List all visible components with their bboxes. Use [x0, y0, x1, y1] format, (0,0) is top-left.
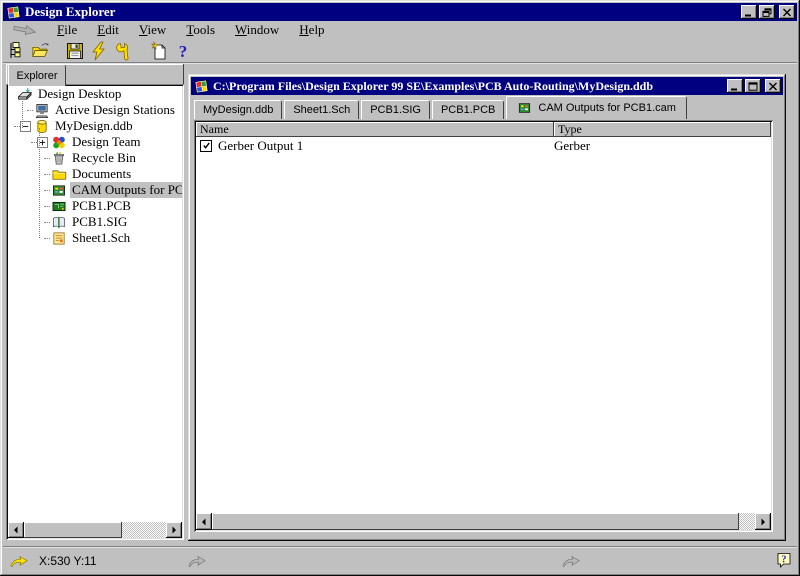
menu-item[interactable]: View	[129, 22, 176, 38]
tree-horizontal-scrollbar[interactable]	[8, 522, 182, 538]
document-tab[interactable]: MyDesign.ddb	[194, 100, 282, 119]
scroll-thumb[interactable]	[212, 513, 739, 530]
tree-item-design-team[interactable]: Design Team	[8, 134, 182, 150]
tree-item-active-design-stations[interactable]: Active Design Stations	[8, 102, 182, 118]
app-title: Design Explorer	[25, 4, 739, 20]
database-icon	[33, 118, 50, 134]
tab-explorer[interactable]: Explorer	[8, 64, 66, 86]
tree-view: Design DesktopActive Design StationsMyDe…	[6, 84, 184, 540]
column-header-name[interactable]: Name	[196, 122, 554, 137]
design-explorer-window: Design Explorer File Edit View Tools Win…	[0, 0, 800, 576]
tree-item-mydesign-ddb[interactable]: MyDesign.ddb	[8, 118, 182, 134]
document-tab[interactable]: PCB1.SIG	[361, 100, 430, 119]
document-tab[interactable]: Sheet1.Sch	[284, 100, 359, 119]
scroll-track[interactable]	[739, 513, 755, 530]
sig-icon	[50, 214, 67, 230]
scroll-left-button[interactable]	[196, 513, 212, 530]
workstation-icon	[33, 102, 50, 118]
menu-item[interactable]: File	[47, 22, 87, 38]
toolbar-buttons: ?	[5, 40, 195, 62]
schematic-icon	[50, 230, 67, 246]
column-header-type[interactable]: Type	[554, 122, 771, 137]
document-window: C:\Program Files\Design Explorer 99 SE\E…	[188, 74, 786, 541]
menu-items: File Edit View Tools Window Help	[47, 21, 335, 39]
scroll-thumb[interactable]	[24, 522, 122, 538]
swoosh-gray-icon	[561, 554, 583, 568]
document-tab[interactable]: CAM Outputs for PCB1.cam	[506, 96, 687, 119]
row-type: Gerber	[550, 138, 771, 154]
list-horizontal-scrollbar[interactable]	[196, 513, 771, 530]
tree-item-documents[interactable]: Documents	[8, 166, 182, 182]
restore-button[interactable]	[759, 5, 775, 19]
document-titlebar[interactable]: C:\Program Files\Design Explorer 99 SE\E…	[191, 77, 783, 95]
new-document-icon[interactable]	[147, 40, 171, 62]
tree-item-cam-outputs-for-pc[interactable]: CAM Outputs for PC	[8, 182, 182, 198]
document-minimize-button[interactable]	[727, 79, 743, 93]
cam-icon	[50, 182, 67, 198]
row-name: Gerber Output 1	[218, 138, 303, 154]
explorer-tree: Design DesktopActive Design StationsMyDe…	[8, 86, 182, 522]
document-title: C:\Program Files\Design Explorer 99 SE\E…	[213, 79, 725, 94]
scroll-track[interactable]	[122, 522, 166, 538]
cam-icon	[517, 101, 533, 116]
row-checkbox[interactable]	[200, 140, 212, 152]
minimize-button[interactable]	[741, 5, 757, 19]
tree-item-pcb1-sig[interactable]: PCB1.SIG	[8, 214, 182, 230]
menu-item[interactable]: Tools	[176, 22, 225, 38]
team-icon	[50, 134, 67, 150]
scroll-left-button[interactable]	[8, 522, 24, 538]
table-header: Name Type	[196, 122, 771, 137]
scroll-right-button[interactable]	[166, 522, 182, 538]
document-close-button[interactable]	[765, 79, 781, 93]
cam-outputs-list: Name Type Gerber Output 1 Gerber	[194, 120, 773, 532]
tree-item-recycle-bin[interactable]: Recycle Bin	[8, 150, 182, 166]
close-button[interactable]	[779, 5, 795, 19]
cursor-position: X:530 Y:11	[39, 554, 97, 568]
status-bar: X:530 Y:11 ?	[3, 546, 797, 573]
scroll-right-button[interactable]	[755, 513, 771, 530]
tree-item-design-desktop[interactable]: Design Desktop	[8, 86, 182, 102]
tree-item-sheet1-sch[interactable]: Sheet1.Sch	[8, 230, 182, 246]
help-icon[interactable]: ?	[171, 40, 195, 62]
swoosh-yellow-icon	[9, 554, 31, 568]
document-tab[interactable]: PCB1.PCB	[432, 100, 504, 119]
table-row[interactable]: Gerber Output 1 Gerber	[196, 137, 771, 154]
app-icon	[193, 78, 209, 94]
menu-item[interactable]: Help	[289, 22, 334, 38]
svg-text:?: ?	[179, 42, 188, 61]
explorer-panel: Explorer Design DesktopActive Design Sta…	[6, 64, 184, 540]
swoosh-gray-icon	[187, 554, 209, 568]
recycle-icon	[50, 150, 67, 166]
document-tabs: MyDesign.ddb Sheet1.Sch PCB1.SIG PCB1.PC…	[194, 97, 780, 119]
pcb-icon	[50, 198, 67, 214]
app-titlebar[interactable]: Design Explorer	[3, 3, 797, 21]
tree-item-pcb1-pcb[interactable]: PCB1.PCB	[8, 198, 182, 214]
tree-connector	[22, 96, 23, 128]
menu-item[interactable]: Window	[225, 22, 289, 38]
folder-icon	[50, 166, 67, 182]
toolbar: ?	[3, 39, 797, 62]
help-bubble-icon[interactable]: ?	[776, 552, 792, 568]
tree-connector	[39, 128, 40, 238]
svg-text:?: ?	[782, 555, 787, 566]
explorer-toggle-icon[interactable]	[5, 40, 29, 62]
menu-bar: File Edit View Tools Window Help	[3, 21, 797, 39]
options-wrench-icon[interactable]	[111, 40, 135, 62]
open-folder-icon[interactable]	[29, 40, 53, 62]
document-maximize-button[interactable]	[745, 79, 761, 93]
save-icon[interactable]	[63, 40, 87, 62]
menu-item[interactable]: Edit	[87, 22, 129, 38]
table-body: Gerber Output 1 Gerber	[196, 137, 771, 513]
menu-arrow-icon	[9, 23, 43, 37]
app-icon	[5, 4, 21, 20]
desktop-icon	[16, 86, 33, 102]
compile-lightning-icon[interactable]	[87, 40, 111, 62]
